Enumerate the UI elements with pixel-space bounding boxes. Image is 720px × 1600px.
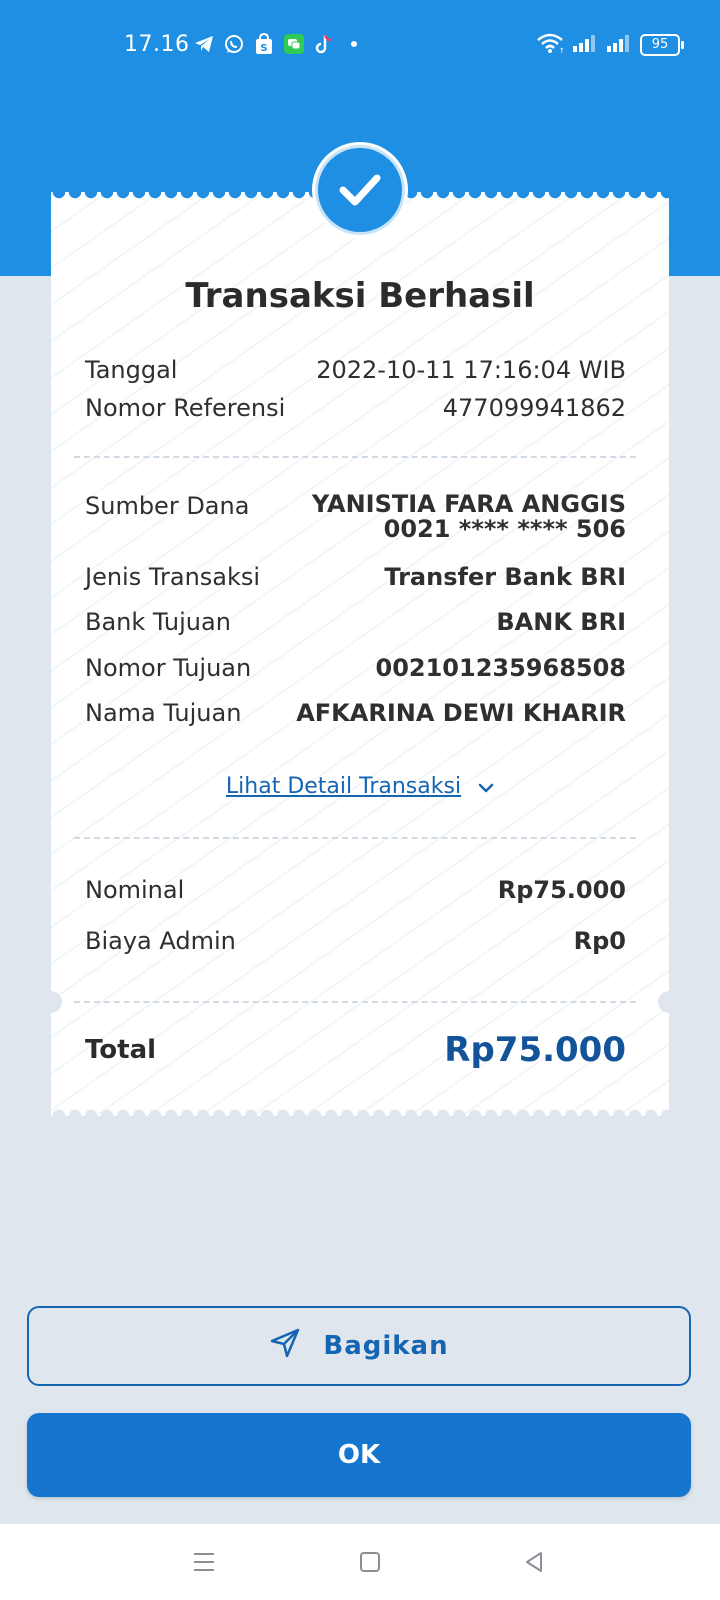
share-button-label[interactable]: Bagikan (323, 1331, 448, 1361)
svg-text:↑↓: ↑↓ (559, 47, 564, 54)
nama-tujuan-row: Nama Tujuan AFKARINA DEWI KHARIR (85, 699, 626, 727)
wifi-icon: ↑↓ (536, 32, 571, 58)
menu-nav-icon[interactable] (190, 1548, 218, 1576)
receipt-notch-right (658, 991, 680, 1013)
nomor-tujuan-row: Nomor Tujuan 002101235968508 (85, 654, 626, 682)
nominal-value: Rp75.000 (497, 876, 626, 904)
bank-tujuan-row: Bank Tujuan BANK BRI (85, 608, 626, 636)
referensi-row: Nomor Referensi 477099941862 (85, 394, 626, 422)
notification-icons: S (192, 32, 366, 56)
sumber-dana-name: YANISTIA FARA ANGGIS (311, 490, 626, 518)
nomor-tujuan-label: Nomor Tujuan (85, 654, 252, 682)
biaya-admin-row: Biaya Admin Rp0 (85, 927, 626, 955)
referensi-label: Nomor Referensi (85, 394, 286, 422)
sumber-dana-row: Sumber Dana YANISTIA FARA ANGGIS 0021 **… (85, 492, 626, 542)
tanggal-label: Tanggal (85, 356, 178, 384)
jenis-transaksi-row: Jenis Transaksi Transfer Bank BRI (85, 563, 626, 591)
system-nav-bar (0, 1524, 720, 1600)
battery-indicator: 95 (640, 34, 684, 56)
dot-icon (342, 32, 366, 56)
biaya-admin-label: Biaya Admin (85, 927, 236, 955)
bank-tujuan-value: BANK BRI (496, 608, 626, 636)
total-value: Rp75.000 (444, 1030, 626, 1070)
divider (74, 837, 636, 839)
sumber-dana-label: Sumber Dana (85, 492, 250, 520)
send-icon[interactable] (269, 1327, 301, 1366)
status-bar: 17.16 S ↑↓ 95 (0, 28, 720, 62)
total-row: Total Rp75.000 (85, 1030, 626, 1070)
check-circle (318, 148, 402, 232)
ok-button[interactable]: OK (27, 1413, 691, 1497)
sumber-dana-account: 0021 **** **** 506 (383, 515, 626, 543)
jenis-transaksi-value: Transfer Bank BRI (384, 563, 626, 591)
signal-icon (572, 33, 598, 57)
bank-tujuan-label: Bank Tujuan (85, 608, 231, 636)
share-button[interactable]: Bagikan (27, 1306, 691, 1386)
back-nav-icon[interactable] (520, 1548, 548, 1576)
signal-icon-2 (606, 33, 632, 57)
detail-transaction-link[interactable]: Lihat Detail Transaksi (51, 774, 669, 800)
svg-text:S: S (260, 43, 267, 54)
chevron-down-icon[interactable] (478, 775, 494, 800)
nomor-tujuan-value: 002101235968508 (375, 654, 627, 682)
detail-link-label[interactable]: Lihat Detail Transaksi (226, 774, 461, 799)
referensi-value: 477099941862 (442, 394, 626, 422)
telegram-icon (192, 32, 216, 56)
receipt-notch-left (40, 991, 62, 1013)
jenis-transaksi-label: Jenis Transaksi (85, 563, 261, 591)
nama-tujuan-label: Nama Tujuan (85, 699, 242, 727)
whatsapp-icon (222, 32, 246, 56)
success-badge (312, 142, 408, 238)
sumber-dana-value: YANISTIA FARA ANGGIS 0021 **** **** 506 (312, 492, 626, 542)
tanggal-value: 2022-10-11 17:16:04 WIB (316, 356, 626, 384)
total-label: Total (85, 1035, 157, 1065)
status-indicators: ↑↓ 95 (536, 32, 684, 58)
chat-icon (282, 32, 306, 56)
nominal-row: Nominal Rp75.000 (85, 876, 626, 904)
tiktok-icon (312, 32, 336, 56)
shopping-bag-icon: S (252, 32, 276, 56)
home-nav-icon[interactable] (356, 1548, 384, 1576)
tanggal-row: Tanggal 2022-10-11 17:16:04 WIB (85, 356, 626, 384)
divider (74, 456, 636, 458)
divider (74, 1001, 636, 1003)
status-time: 17.16 (124, 32, 190, 57)
nama-tujuan-value: AFKARINA DEWI KHARIR (296, 699, 626, 727)
check-icon (339, 174, 381, 206)
biaya-admin-value: Rp0 (573, 927, 626, 955)
receipt-title: Transaksi Berhasil (185, 276, 535, 316)
nominal-label: Nominal (85, 876, 185, 904)
